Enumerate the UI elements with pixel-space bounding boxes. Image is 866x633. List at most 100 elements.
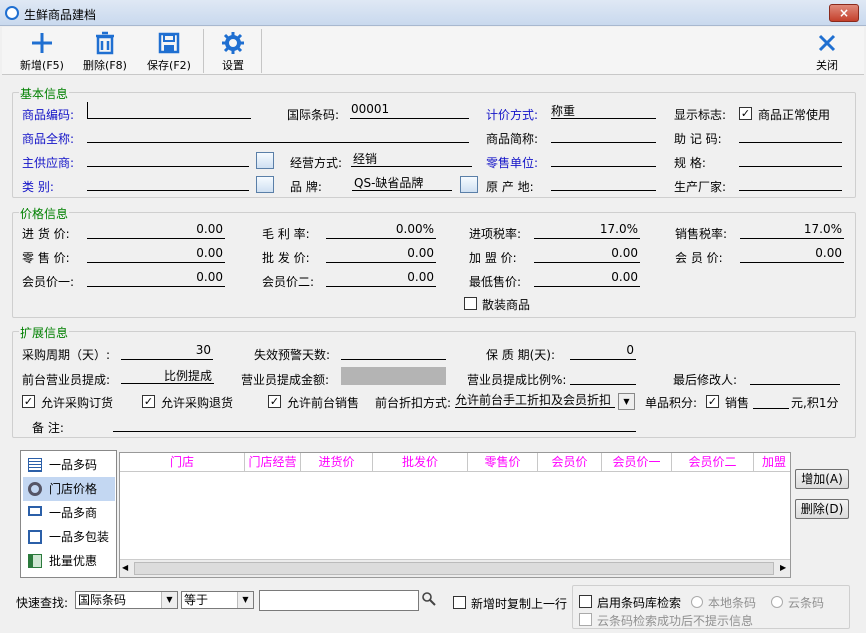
allow-order-label: 允许采购订货	[41, 396, 114, 410]
category-search-icon[interactable]	[256, 176, 274, 193]
grid-header-cell[interactable]: 门店经营	[245, 453, 301, 471]
outtax-label: 销售税率:	[675, 227, 728, 241]
grid-header-cell[interactable]: 会员价一	[602, 453, 672, 471]
member2-price-input[interactable]: 0.00	[326, 270, 436, 287]
allow-sale-checkbox[interactable]: ✓	[268, 395, 281, 408]
package-icon	[28, 530, 42, 544]
close-button[interactable]: 关闭	[808, 29, 846, 73]
unit-input[interactable]	[551, 150, 656, 167]
expire-warn-input[interactable]	[341, 343, 446, 360]
code-label: 商品编码:	[22, 108, 75, 122]
local-barcode-radio[interactable]	[691, 596, 703, 608]
origin-input[interactable]	[551, 174, 656, 191]
cycle-label: 采购周期（天）:	[22, 348, 111, 362]
window-close-button[interactable]: ×	[829, 4, 859, 22]
spec-input[interactable]	[739, 150, 842, 167]
intax-label: 进项税率:	[469, 227, 522, 241]
supplier-search-icon[interactable]	[256, 152, 274, 169]
allow-order-checkbox[interactable]: ✓	[22, 395, 35, 408]
shelf-input[interactable]: 0	[570, 343, 636, 360]
allow-return-checkbox[interactable]: ✓	[142, 395, 155, 408]
brand-search-icon[interactable]	[460, 176, 478, 193]
barcode-lib-checkbox[interactable]	[579, 595, 592, 608]
toolbar-separator	[203, 29, 204, 73]
chevron-down-icon: ▼	[161, 592, 177, 608]
cloud-barcode-radio[interactable]	[771, 596, 783, 608]
lowest-price-input[interactable]: 0.00	[534, 270, 640, 287]
grid-horizontal-scrollbar[interactable]: ◀ ▶	[120, 559, 790, 577]
grid-header-cell[interactable]: 进货价	[301, 453, 373, 471]
side-item-bulk-discount[interactable]: 批量优惠	[23, 549, 115, 573]
fullname-input[interactable]	[87, 126, 469, 143]
delete-row-button[interactable]: 删除(D)	[795, 499, 849, 519]
pricing-input[interactable]: 称重	[551, 102, 656, 119]
add-row-button[interactable]: 增加(A)	[795, 469, 849, 489]
side-item-multi-supplier[interactable]: 一品多商	[23, 501, 115, 525]
mnemonic-input[interactable]	[739, 126, 842, 143]
member-price-input[interactable]: 0.00	[740, 246, 844, 263]
grid-header-cell[interactable]: 批发价	[373, 453, 468, 471]
ratio-input[interactable]	[570, 368, 636, 385]
side-item-multi-code[interactable]: 一品多码	[23, 453, 115, 477]
grid-header-cell[interactable]: 门店	[120, 453, 245, 471]
display-checkbox[interactable]: ✓	[739, 107, 752, 120]
scroll-thumb[interactable]	[134, 562, 774, 575]
shortname-input[interactable]	[551, 126, 656, 143]
modifier-input[interactable]	[750, 368, 840, 385]
shortname-label: 商品简称:	[486, 132, 539, 146]
side-list: 一品多码 门店价格 一品多商 一品多包装 批量优惠	[20, 450, 117, 578]
remark-input[interactable]	[113, 415, 636, 432]
front-comm-input[interactable]: 比例提成	[121, 367, 214, 384]
scroll-left-arrow[interactable]: ◀	[122, 563, 128, 572]
plus-icon	[32, 33, 52, 53]
delete-button[interactable]: 删除(F8)	[79, 29, 131, 73]
settings-button[interactable]: 设置	[213, 29, 253, 73]
save-button[interactable]: 保存(F2)	[142, 29, 196, 73]
no-tip-checkbox[interactable]	[579, 613, 592, 626]
intax-input[interactable]: 17.0%	[534, 222, 640, 239]
scroll-right-arrow[interactable]: ▶	[780, 563, 786, 572]
cycle-input[interactable]: 30	[121, 343, 213, 360]
bulk-checkbox[interactable]	[464, 297, 477, 310]
grid-header-cell[interactable]: 会员价二	[672, 453, 754, 471]
side-item-multi-package[interactable]: 一品多包装	[23, 525, 115, 549]
wholesale-price-label: 批 发 价:	[262, 251, 310, 265]
new-button[interactable]: 新增(F5)	[16, 29, 68, 73]
margin-input[interactable]: 0.00%	[326, 222, 436, 239]
grid-header-cell[interactable]: 零售价	[468, 453, 538, 471]
barcode-label: 国际条码:	[287, 108, 340, 122]
wholesale-price-input[interactable]: 0.00	[326, 246, 436, 263]
copy-row-checkbox[interactable]	[453, 596, 466, 609]
supplier-input[interactable]	[87, 150, 249, 167]
category-input[interactable]	[87, 174, 249, 191]
purchase-price-label: 进 货 价:	[22, 227, 70, 241]
purchase-price-input[interactable]: 0.00	[87, 222, 225, 239]
barcode-input[interactable]: 00001	[350, 102, 469, 119]
maker-input[interactable]	[739, 174, 842, 191]
search-icon[interactable]	[421, 591, 437, 607]
points-input[interactable]	[753, 392, 789, 409]
brand-input[interactable]: QS-缺省品牌	[352, 174, 452, 191]
front-comm-label: 前台营业员提成:	[22, 373, 111, 387]
grid-header-cell[interactable]: 会员价	[538, 453, 602, 471]
member1-price-input[interactable]: 0.00	[87, 270, 225, 287]
discount-dropdown-arrow[interactable]: ▼	[618, 393, 635, 410]
margin-label: 毛 利 率:	[262, 227, 310, 241]
outtax-input[interactable]: 17.0%	[740, 222, 844, 239]
retail-price-input[interactable]: 0.00	[87, 246, 225, 263]
side-item-store-price[interactable]: 门店价格	[23, 477, 115, 501]
franchise-price-input[interactable]: 0.00	[534, 246, 640, 263]
points-checkbox[interactable]: ✓	[706, 395, 719, 408]
discount-label: 前台折扣方式:	[375, 396, 452, 410]
discount-value[interactable]: 允许前台手工折扣及会员折扣	[455, 391, 615, 408]
grid-header-cell[interactable]: 加盟	[754, 453, 790, 471]
close-button-label: 关闭	[816, 59, 838, 72]
member1-price-label: 会员价一:	[22, 275, 75, 289]
search-field-select[interactable]: 国际条码 ▼	[75, 591, 178, 609]
search-operator-select[interactable]: 等于 ▼	[181, 591, 254, 609]
points-check-label: 销售	[725, 396, 750, 410]
search-input[interactable]	[259, 590, 419, 611]
code-input[interactable]	[87, 102, 251, 119]
mode-input[interactable]: 经销	[351, 150, 472, 167]
store-price-grid[interactable]: 门店 门店经营 进货价 批发价 零售价 会员价 会员价一 会员价二 加盟 ◀ ▶	[119, 452, 791, 578]
